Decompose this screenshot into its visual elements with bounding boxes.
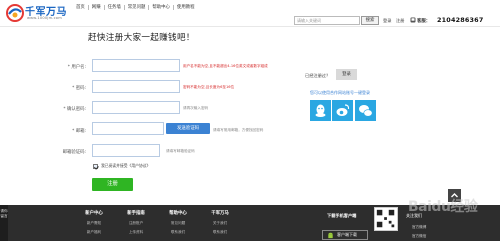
confirm-password-hint: 请再次输入密码 (183, 106, 209, 110)
username-label: * 用户名: (67, 65, 86, 70)
footer-link[interactable]: 新户需知 (74, 221, 114, 226)
nav-item-task-wall[interactable]: 任务墙 (105, 5, 125, 10)
register-submit-button[interactable]: 注册 (92, 178, 133, 191)
email-label: * 邮箱: (72, 129, 86, 134)
footer-link[interactable]: 常见问题 (158, 221, 198, 226)
phone-icon (410, 17, 416, 23)
username-field[interactable] (92, 59, 180, 72)
app-download-title: 下载手机客户端 (327, 213, 357, 218)
nav-item-earn[interactable]: 网赚 (89, 5, 105, 10)
footer-link[interactable]: 联系我们 (200, 230, 240, 235)
nav-item-home[interactable]: 首页 (73, 5, 89, 10)
footer-col-guide: 新手指南 注册账户 上传资料 (116, 210, 156, 235)
footer-col-help: 帮助中心 常见问题 联系我们 (158, 210, 198, 235)
weibo-login-button[interactable] (332, 100, 353, 121)
password-label: * 密码: (72, 86, 86, 91)
email-code-hint: 请填写邮箱验证码 (166, 149, 195, 153)
qr-code-icon (376, 209, 395, 228)
confirm-password-label: * 确认密码: (63, 107, 86, 112)
top-bar: 千军万马 www.1000jm.com 首页 网赚 任务墙 常见问题 帮助中心 … (0, 0, 500, 27)
footer-col-title: 新户中心 (85, 211, 103, 216)
confirm-password-field[interactable] (92, 101, 180, 114)
official-wechat-link[interactable]: 官方微信 (412, 234, 426, 239)
wechat-login-button[interactable] (355, 100, 376, 121)
logo-subtext: www.1000jm.com (27, 16, 62, 20)
email-field[interactable] (92, 122, 164, 135)
nav-item-help[interactable]: 帮助中心 (149, 5, 174, 10)
already-registered-text: 已经注册过？ (305, 73, 331, 78)
footer-col-about: 千军万马 关于我们 联系我们 (200, 210, 240, 235)
nav-item-faq[interactable]: 常见问题 (125, 5, 150, 10)
logo-icon (6, 4, 24, 22)
footer-col-title: 新手指南 (127, 211, 145, 216)
password-field[interactable] (92, 80, 180, 93)
send-code-button[interactable]: 发送验证码 (166, 123, 210, 134)
qq-icon (315, 104, 326, 117)
register-link[interactable]: 注册 (396, 18, 404, 24)
footer-link[interactable]: 新户福利 (74, 230, 114, 235)
feedback-side-tab[interactable]: 请你留言 (0, 205, 8, 241)
official-weibo-link[interactable]: 官方微博 (412, 225, 426, 230)
email-code-field[interactable] (92, 144, 160, 157)
android-icon (328, 232, 333, 239)
footer-link[interactable]: 上传资料 (116, 230, 156, 235)
app-download-button[interactable]: 客户端下载 (322, 230, 368, 240)
page-headline: 赶快注册大家一起赚钱吧！ (88, 33, 195, 43)
third-party-login-text: 您可以使用合作网站账号一键登录 (310, 90, 370, 95)
agreement-text[interactable]: 我已阅读并接受《用户协议》 (101, 163, 150, 169)
phone-number: 2104286367 (437, 16, 484, 24)
qr-code-image (374, 207, 398, 231)
email-hint: 请填写常用邮箱，方便找回密码 (213, 128, 264, 132)
app-download-label: 客户端下载 (337, 232, 357, 237)
main-nav: 首页 网赚 任务墙 常见问题 帮助中心 使用教程 (73, 5, 198, 10)
footer-col-user-center: 新户中心 新户需知 新户福利 (74, 210, 114, 235)
password-hint: 密码不能为空,且长度为6至16位 (183, 85, 235, 89)
footer-col-title: 帮助中心 (169, 211, 187, 216)
search-button[interactable]: 搜索 (361, 16, 379, 25)
logo[interactable]: 千军万马 www.1000jm.com (6, 2, 68, 24)
footer-link[interactable]: 联系我们 (158, 230, 198, 235)
footer-col-title: 千军万马 (211, 211, 229, 216)
side-login-button[interactable]: 登录 (336, 69, 357, 80)
qq-login-button[interactable] (310, 100, 331, 121)
footer-link[interactable]: 注册账户 (116, 221, 156, 226)
baidu-watermark: Baidu经验 (408, 199, 478, 215)
login-link[interactable]: 登录 (383, 18, 391, 24)
search-input[interactable]: 请输入关键词 (294, 16, 360, 25)
agreement-checkbox[interactable] (93, 163, 98, 169)
footer-link[interactable]: 关于我们 (200, 221, 240, 226)
phone-label: 客服： (417, 19, 431, 24)
weibo-icon (336, 104, 350, 116)
username-hint: 用户名不能为空,且不能超出4-16位英文或者数字组成 (183, 64, 268, 68)
wechat-icon (359, 105, 373, 117)
nav-item-tutorial[interactable]: 使用教程 (174, 5, 198, 10)
email-code-label: 邮箱验证码: (62, 150, 86, 155)
agreement-row: 我已阅读并接受《用户协议》 (93, 163, 150, 169)
